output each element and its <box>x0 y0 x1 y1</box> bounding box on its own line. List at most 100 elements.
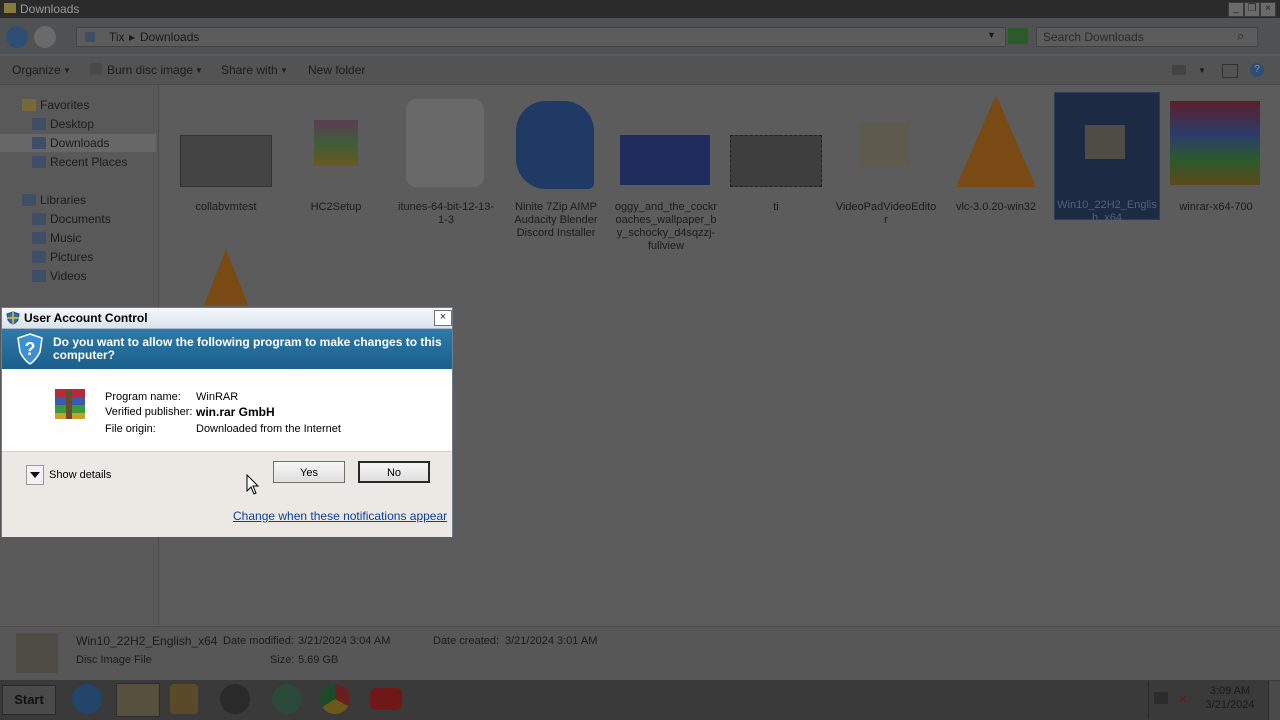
chevron-right-icon: ▸ <box>129 30 136 44</box>
vlc-cone-icon <box>204 249 248 305</box>
title-bar: Downloads _ ❐ × <box>0 0 1280 18</box>
documents-icon <box>32 213 46 225</box>
uac-close-button[interactable]: × <box>434 310 452 326</box>
tray-divider <box>1148 681 1149 719</box>
nav-videos[interactable]: Videos <box>50 269 86 283</box>
disc-image-icon <box>1085 125 1125 159</box>
test-pattern-thumbnail-icon <box>730 135 822 187</box>
breadcrumb-tix[interactable]: Tix <box>109 30 125 44</box>
desktop-icon <box>32 118 46 130</box>
chevron-down-icon: ▼ <box>63 66 71 75</box>
folder-icon <box>4 3 16 13</box>
uac-question: Do you want to allow the following progr… <box>53 335 442 362</box>
refresh-icon[interactable] <box>1008 28 1028 44</box>
shield-question-icon: ? <box>17 333 43 365</box>
share-with-button[interactable]: Share with <box>221 63 278 77</box>
pictures-icon <box>32 251 46 263</box>
vlc-cone-icon <box>956 95 1036 187</box>
organize-button[interactable]: Organize <box>12 63 61 77</box>
nav-downloads[interactable]: Downloads <box>50 136 109 150</box>
computer-icon <box>85 32 95 42</box>
mouse-cursor-icon <box>246 474 260 495</box>
chevron-down-icon[interactable]: ▼ <box>1198 66 1206 75</box>
nav-pictures[interactable]: Pictures <box>50 250 93 264</box>
uac-title: User Account Control <box>24 311 148 325</box>
search-icon[interactable]: ⌕ <box>1237 28 1244 44</box>
preview-pane-icon[interactable] <box>1222 64 1238 78</box>
help-icon[interactable]: ? <box>1250 63 1264 77</box>
details-file-name: Win10_22H2_English_x64 <box>76 634 218 648</box>
uac-program-info: Program name: WinRAR Verified publisher:… <box>2 369 452 451</box>
raccoon-app-icon[interactable] <box>220 684 250 714</box>
music-icon <box>32 232 46 244</box>
nav-music[interactable]: Music <box>50 231 81 245</box>
clock-date: 3/21/2024 <box>1205 699 1255 711</box>
ninite-icon <box>516 101 594 189</box>
winrar-icon <box>1170 101 1260 185</box>
publisher-value: win.rar GmbH <box>196 405 275 419</box>
burn-disc-image-button[interactable]: Burn disc image <box>107 63 193 77</box>
publisher-label: Verified publisher: <box>105 406 193 418</box>
address-input[interactable]: Tix ▸ Downloads ▼ <box>76 27 1006 47</box>
show-details-toggle[interactable] <box>26 465 44 485</box>
close-button[interactable]: × <box>1260 2 1276 17</box>
clock[interactable]: 3:09 AM 3/21/2024 <box>1200 684 1260 712</box>
videos-icon <box>32 270 46 282</box>
show-desktop-button[interactable] <box>1268 681 1280 720</box>
file-explorer-icon[interactable] <box>116 683 160 717</box>
details-pane: Win10_22H2_English_x64 Date modified: 3/… <box>0 626 1280 681</box>
nav-recent-places[interactable]: Recent Places <box>50 155 127 169</box>
globe-app-icon[interactable] <box>272 684 302 714</box>
breadcrumb-downloads[interactable]: Downloads <box>140 30 199 44</box>
libraries-icon <box>22 194 36 206</box>
change-notifications-link[interactable]: Change when these notifications appear <box>233 509 447 523</box>
itunes-icon <box>406 99 484 187</box>
yes-button[interactable]: Yes <box>273 461 345 483</box>
program-name-label: Program name: <box>105 391 181 403</box>
image-thumbnail-icon <box>180 135 272 187</box>
start-button[interactable]: Start <box>2 685 56 715</box>
uac-banner: ? Do you want to allow the following pro… <box>2 329 452 369</box>
nav-libraries[interactable]: Libraries <box>40 193 86 207</box>
chrome-icon[interactable] <box>320 684 350 714</box>
chevron-down-icon: ▼ <box>280 66 288 75</box>
installer-icon <box>314 120 358 166</box>
recent-places-icon <box>32 156 46 168</box>
shield-icon <box>6 311 20 325</box>
media-player-icon[interactable] <box>170 684 198 714</box>
chevron-down-icon[interactable]: ▼ <box>987 30 996 40</box>
internet-explorer-icon[interactable] <box>72 684 102 714</box>
file-item-selected[interactable]: Win10_22H2_English_x64 <box>1054 92 1160 224</box>
volume-muted-icon[interactable]: ✕ <box>1178 692 1192 706</box>
no-button[interactable]: No <box>358 461 430 483</box>
forward-button[interactable] <box>34 26 56 48</box>
star-icon <box>22 99 36 111</box>
youtube-icon[interactable] <box>370 688 402 710</box>
search-placeholder: Search Downloads <box>1043 30 1144 44</box>
details-modified-value: 3/21/2024 3:04 AM <box>298 635 391 647</box>
nav-favorites[interactable]: Favorites <box>40 98 89 112</box>
details-file-type: Disc Image File <box>76 654 152 666</box>
uac-title-bar: User Account Control × <box>2 308 452 329</box>
search-input[interactable]: Search Downloads ⌕ <box>1036 27 1258 47</box>
network-icon[interactable] <box>1154 692 1168 704</box>
maximize-button[interactable]: ❐ <box>1244 2 1260 17</box>
command-bar: Organize ▼ Burn disc image ▼ Share with … <box>0 56 1280 85</box>
videopad-icon <box>860 123 910 167</box>
view-options-icon[interactable] <box>1172 65 1186 75</box>
chevron-down-icon: ▼ <box>195 66 203 75</box>
details-created-label: Date created: <box>433 635 500 647</box>
nav-documents[interactable]: Documents <box>50 212 111 226</box>
show-details-label[interactable]: Show details <box>49 469 111 481</box>
file-origin-label: File origin: <box>105 423 156 435</box>
file-item[interactable] <box>174 247 278 307</box>
clock-time: 3:09 AM <box>1209 685 1251 697</box>
minimize-button[interactable]: _ <box>1228 2 1244 17</box>
new-folder-button[interactable]: New folder <box>308 63 365 77</box>
wallpaper-thumbnail-icon <box>620 135 710 185</box>
file-origin-value: Downloaded from the Internet <box>196 423 341 435</box>
nav-desktop[interactable]: Desktop <box>50 117 94 131</box>
back-button[interactable] <box>6 26 28 48</box>
details-size-value: 5.69 GB <box>298 654 339 666</box>
downloads-icon <box>32 137 46 149</box>
